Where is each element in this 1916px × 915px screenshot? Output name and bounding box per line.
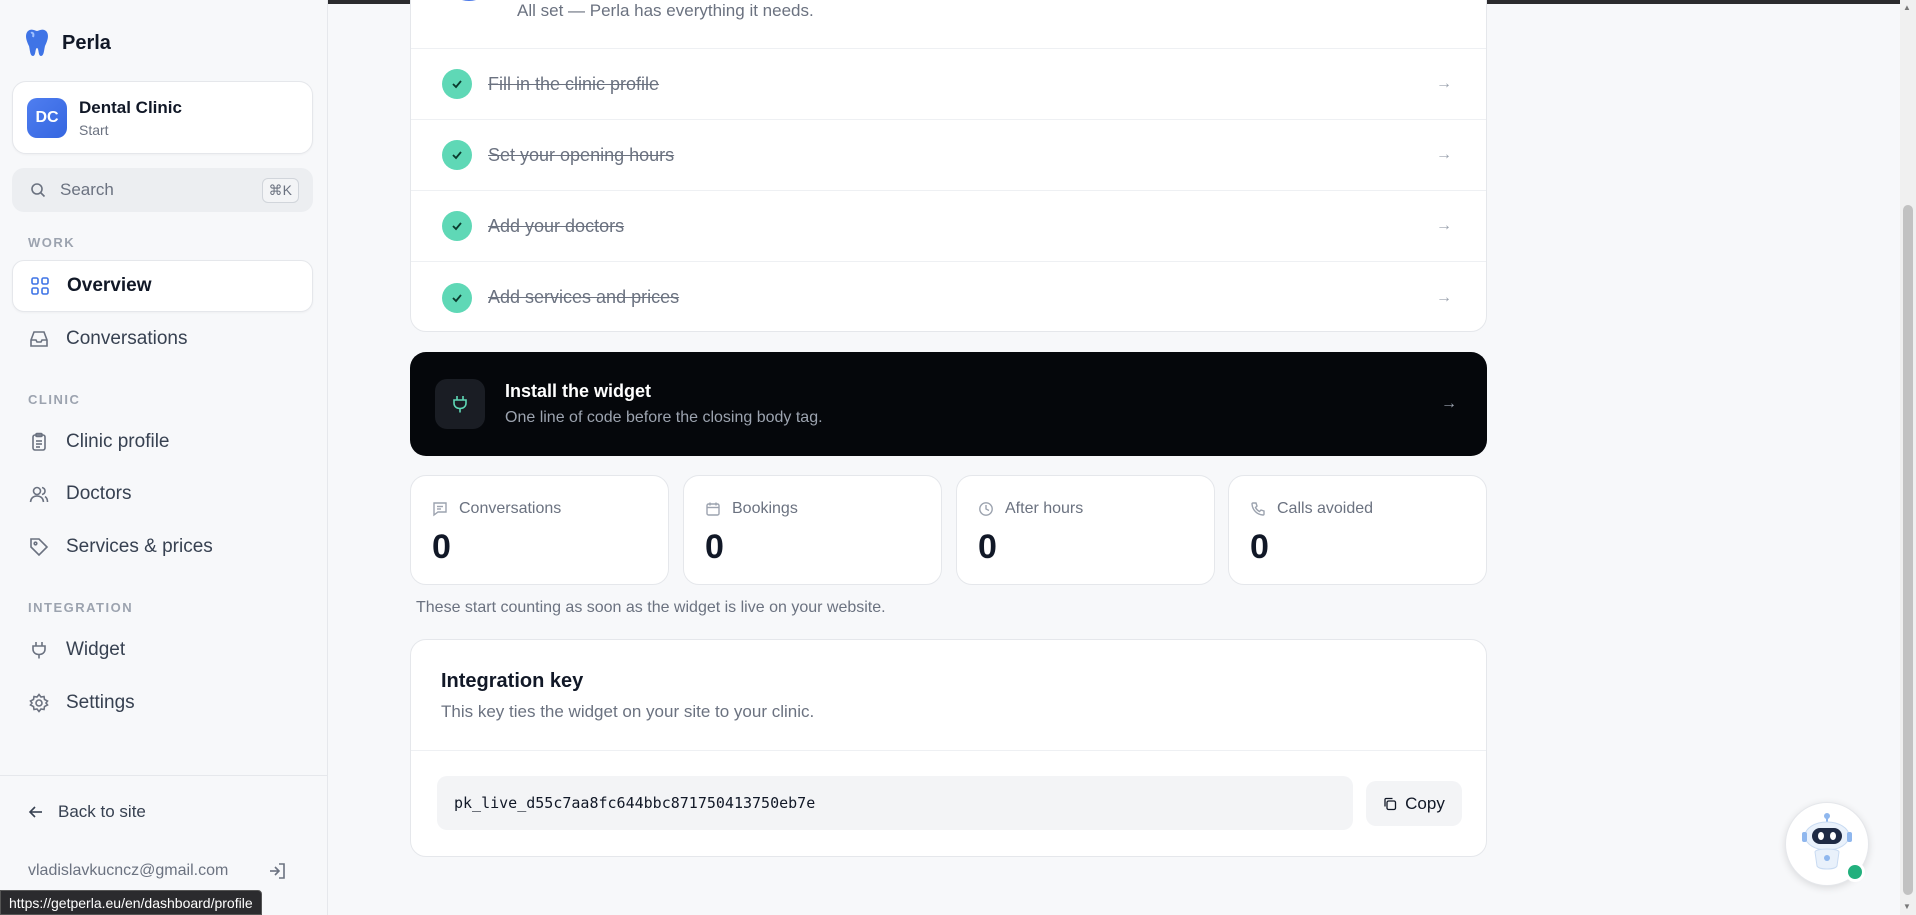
clock-icon [979,502,993,516]
checklist-item[interactable]: Add your doctors → [411,191,1486,262]
arrow-right-icon: → [1436,288,1452,306]
integration-key-field[interactable]: pk_live_d55c7aa8fc644bbc871750413750eb7e [437,776,1353,830]
stat-value: 0 [432,528,451,566]
checklist-item[interactable]: Set your opening hours → [411,120,1486,191]
sidebar-item-label: Overview [67,275,152,296]
checklist-item[interactable]: Fill in the clinic profile → [411,49,1486,120]
check-icon [442,211,472,241]
arrow-right-icon: → [1436,146,1452,163]
banner-subtitle: One line of code before the closing body… [505,409,823,426]
section-label-integration: INTEGRATION [28,600,134,615]
setup-header: All set — Perla has everything it needs. [411,0,1486,49]
gear-icon [28,692,50,714]
arrow-right-icon: → [1436,75,1452,92]
scroll-up-icon[interactable]: ▲ [1903,3,1911,12]
sidebar-item-settings[interactable]: Settings [12,677,313,729]
plug-icon [435,379,485,429]
stat-label: Bookings [732,500,798,517]
stats-note: These start counting as soon as the widg… [416,599,886,616]
arrow-right-icon: → [1436,217,1452,234]
sidebar-divider [0,775,328,776]
checklist-item-label: Add your doctors [488,215,625,236]
back-to-site-label: Back to site [58,802,146,821]
search-placeholder: Search [60,180,114,199]
chat-icon [433,502,447,517]
checklist-item[interactable]: Add services and prices → [411,262,1486,331]
sidebar-item-widget[interactable]: Widget [12,624,313,676]
progress-ring [445,0,493,1]
sidebar-item-label: Clinic profile [66,431,170,452]
integration-key-subtitle: This key ties the widget on your site to… [441,702,815,721]
stat-value: 0 [978,528,997,566]
copy-button[interactable]: Copy [1366,781,1462,826]
brand-name: Perla [62,31,111,54]
users-icon [28,483,50,505]
stat-card-calls-avoided: Calls avoided 0 [1228,475,1487,585]
sidebar-item-doctors[interactable]: Doctors [12,468,313,520]
search-icon [31,183,46,198]
sidebar-item-label: Conversations [66,328,188,349]
arrow-left-icon [28,806,42,818]
plug-icon [28,639,50,661]
stat-label: Conversations [459,500,562,517]
clinic-plan: Start [79,121,109,138]
check-icon [442,69,472,99]
sidebar-item-label: Widget [66,639,126,660]
back-to-site-link[interactable]: Back to site [28,802,146,822]
calendar-icon [706,502,720,516]
setup-checklist-card: All set — Perla has everything it needs.… [410,0,1487,332]
grid-icon [29,275,51,297]
clinic-name: Dental Clinic [79,97,182,117]
logout-icon[interactable] [268,862,286,880]
checklist-item-label: Fill in the clinic profile [488,73,660,94]
inbox-icon [28,328,50,350]
check-icon [442,282,472,313]
copy-icon [1384,797,1397,810]
stat-card-bookings: Bookings 0 [683,475,942,585]
checklist-item-label: Add services and prices [488,287,680,307]
stat-label: Calls avoided [1277,500,1374,517]
user-email: vladislavkucncz@gmail.com [28,862,229,879]
stat-card-conversations: Conversations 0 [410,475,669,585]
stat-card-after-hours: After hours 0 [956,475,1215,585]
stat-value: 0 [1250,528,1269,566]
integration-key-card: Integration key This key ties the widget… [410,639,1487,857]
section-label-clinic: CLINIC [28,392,81,407]
tooth-logo-icon [26,29,48,56]
phone-icon [1251,502,1265,516]
clinic-switcher[interactable]: DC Dental Clinic Start [12,81,313,154]
tag-icon [28,536,50,558]
sidebar-item-overview[interactable]: Overview [12,260,313,312]
brand[interactable]: Perla [24,28,111,58]
sidebar-item-conversations[interactable]: Conversations [12,313,313,365]
online-status-dot [1845,862,1865,882]
search-input[interactable]: Search ⌘K [12,168,313,212]
scroll-down-icon[interactable]: ▼ [1903,902,1911,911]
section-label-work: WORK [28,235,76,250]
scrollbar[interactable]: ▲ ▼ [1900,0,1916,915]
checklist-item-label: Set your opening hours [488,144,675,165]
copy-label: Copy [1405,793,1445,813]
install-widget-banner[interactable]: Install the widget One line of code befo… [410,352,1487,456]
sidebar-item-label: Services & prices [66,536,213,557]
sidebar-item-label: Settings [66,692,135,713]
sidebar: Perla DC Dental Clinic Start Search ⌘K W… [0,0,328,915]
scroll-thumb[interactable] [1903,205,1913,895]
clipboard-icon [28,431,50,453]
sidebar-item-services[interactable]: Services & prices [12,521,313,573]
search-shortcut: ⌘K [261,177,299,203]
setup-status: All set — Perla has everything it needs. [517,1,814,20]
integration-key-title: Integration key [441,670,584,692]
stat-label: After hours [1005,500,1084,517]
status-bar-url: https://getperla.eu/en/dashboard/profile [0,890,262,915]
clinic-avatar: DC [27,97,67,138]
stat-value: 0 [705,528,724,566]
banner-title: Install the widget [505,381,652,401]
arrow-right-icon: → [1441,395,1457,412]
divider [411,750,1486,751]
sidebar-item-label: Doctors [66,483,132,504]
check-icon [442,140,472,170]
sidebar-item-clinic-profile[interactable]: Clinic profile [12,416,313,468]
